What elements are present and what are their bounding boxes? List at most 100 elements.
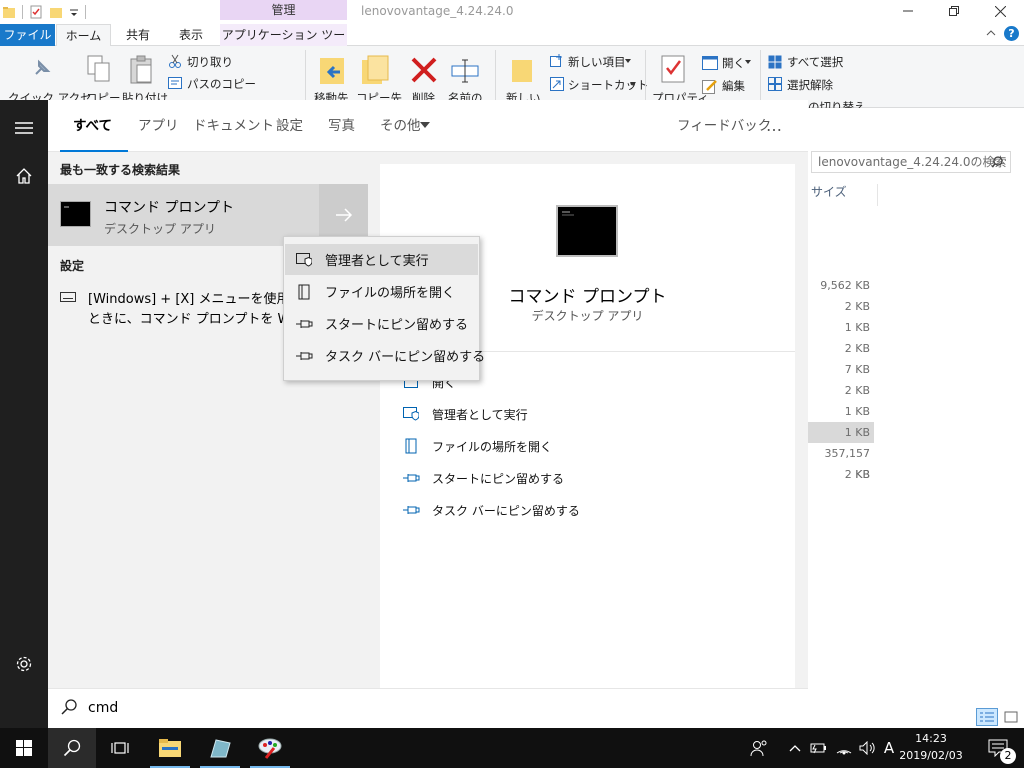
new-folder-icon[interactable] [49, 5, 63, 19]
file-size-cell[interactable]: 2 KB [808, 464, 874, 485]
file-size-cell[interactable]: 7 KB [808, 359, 874, 380]
people-icon[interactable] [744, 728, 774, 768]
pin-icon[interactable] [30, 58, 52, 80]
select-all-label[interactable]: すべて選択 [787, 54, 843, 70]
copy-to-icon[interactable] [360, 54, 390, 86]
close-button[interactable] [977, 0, 1023, 22]
chevron-down-icon[interactable] [420, 122, 430, 128]
properties-icon[interactable] [660, 54, 686, 84]
search-icon[interactable] [991, 156, 1003, 168]
settings-result[interactable]: [Windows] + [X] メニューを使用 ときに、コマンド プロンプトを … [88, 290, 283, 330]
file-size-cell[interactable]: 2 KB [808, 338, 874, 359]
minimize-button[interactable] [885, 0, 931, 22]
size-column-header[interactable]: サイズ [808, 184, 878, 206]
action-open-file-location[interactable]: ファイルの場所を開く [402, 436, 552, 456]
scissors-icon[interactable] [168, 54, 182, 68]
restore-button[interactable] [931, 0, 977, 22]
file-size-cell[interactable]: 1 KB [808, 422, 874, 443]
rename-icon[interactable] [450, 58, 480, 84]
cut-label[interactable]: 切り取り [187, 54, 233, 70]
wifi-icon[interactable] [832, 728, 856, 768]
gear-icon[interactable] [12, 652, 36, 676]
search-query-input[interactable]: cmd [88, 698, 118, 718]
file-size-cell[interactable]: 2 KB [808, 296, 874, 317]
paste-icon[interactable] [128, 54, 156, 86]
app-taskbar-icon[interactable] [196, 728, 244, 768]
select-all-icon[interactable] [768, 55, 782, 69]
volume-icon[interactable] [856, 728, 880, 768]
file-location-icon [295, 283, 313, 301]
menu-item-open-file-location[interactable]: ファイルの場所を開く [285, 276, 478, 307]
select-none-label[interactable]: 選択解除 [787, 77, 833, 93]
explorer-title-bar: 管理 lenovovantage_4.24.24.0 [0, 0, 1024, 24]
ime-indicator[interactable]: A [878, 728, 900, 768]
filter-tab-documents[interactable]: ドキュメント [193, 100, 274, 152]
menu-item-pin-to-start[interactable]: スタートにピン留めする [285, 308, 478, 339]
tab-view[interactable]: 表示 [165, 24, 217, 46]
file-size-cell[interactable]: 1 KB [808, 401, 874, 422]
clock-date: 2019/02/03 [899, 749, 963, 762]
help-icon[interactable]: ? [1004, 26, 1019, 41]
action-pin-to-start[interactable]: スタートにピン留めする [402, 468, 564, 488]
copy-path-label[interactable]: パスのコピー [187, 76, 256, 92]
battery-icon[interactable] [806, 728, 830, 768]
delete-icon[interactable] [410, 56, 438, 84]
shortcut-icon[interactable] [550, 77, 564, 91]
file-explorer-taskbar-icon[interactable] [146, 728, 194, 768]
properties-icon[interactable] [29, 5, 43, 19]
feedback-button[interactable]: フィードバック [677, 100, 771, 152]
chevron-down-icon[interactable] [745, 60, 751, 64]
move-to-icon[interactable] [318, 54, 348, 86]
taskbar-clock[interactable]: 14:23 2019/02/03 [898, 730, 964, 764]
file-size-cell[interactable]: 1 KB [808, 317, 874, 338]
menu-item-run-as-admin[interactable]: 管理者として実行 [285, 244, 478, 275]
open-icon[interactable] [702, 56, 718, 70]
open-label[interactable]: 開く [722, 55, 745, 71]
menu-item-pin-to-taskbar[interactable]: タスク バーにピン留めする [285, 340, 485, 371]
paint-taskbar-icon[interactable] [246, 728, 294, 768]
tab-home[interactable]: ホーム [56, 24, 111, 47]
explorer-search-input[interactable]: lenovovantage_4.24.24.0の検索 [811, 151, 1011, 173]
menu-item-pin-to-taskbar-label: タスク バーにピン留めする [325, 350, 486, 365]
file-size-cell[interactable]: 2 KB [808, 380, 874, 401]
task-view-icon[interactable] [96, 728, 144, 768]
copy-path-icon[interactable] [168, 77, 182, 89]
edit-icon[interactable] [702, 78, 718, 94]
windows-start-icon[interactable] [0, 728, 48, 768]
copy-icon[interactable] [86, 54, 112, 84]
tab-file[interactable]: ファイル [0, 24, 55, 46]
more-options-button[interactable]: … [766, 100, 782, 152]
search-icon[interactable] [48, 728, 96, 768]
tab-share[interactable]: 共有 [112, 24, 164, 46]
new-item-label[interactable]: 新しい項目 [568, 54, 626, 70]
filter-tab-photos[interactable]: 写真 [328, 100, 355, 152]
details-view-icon[interactable] [976, 708, 998, 726]
chevron-down-icon[interactable] [69, 5, 79, 19]
new-folder-icon[interactable] [510, 56, 534, 84]
action-run-as-admin[interactable]: 管理者として実行 [402, 404, 528, 424]
filter-tab-all[interactable]: すべて [73, 100, 112, 152]
chevron-up-icon[interactable] [784, 728, 806, 768]
hamburger-menu-icon[interactable] [12, 116, 36, 140]
file-size-cell[interactable]: 9,562 KB [808, 275, 874, 296]
home-icon[interactable] [12, 164, 36, 188]
file-size-cell[interactable]: 357,157 KB [808, 443, 874, 481]
shortcut-label[interactable]: ショートカット [568, 77, 649, 93]
chevron-down-icon[interactable] [630, 82, 636, 86]
edit-label[interactable]: 編集 [722, 78, 745, 94]
filter-tab-settings[interactable]: 設定 [276, 100, 303, 152]
filter-tab-more[interactable]: その他 [380, 100, 421, 152]
tab-app-tools[interactable]: アプリケーション ツール [220, 24, 347, 64]
settings-result-line-1: [Windows] + [X] メニューを使用 [88, 292, 283, 307]
new-item-icon[interactable] [550, 54, 564, 68]
chevron-up-icon[interactable] [986, 28, 996, 38]
chevron-down-icon[interactable] [625, 59, 631, 63]
best-match-result[interactable]: コマンド プロンプト デスクトップ アプリ [48, 184, 319, 246]
ribbon-divider [645, 50, 646, 106]
large-icons-view-icon[interactable] [1002, 708, 1020, 726]
filter-tab-apps[interactable]: アプリ [138, 100, 179, 152]
search-query-bar[interactable] [48, 688, 808, 728]
select-none-icon[interactable] [768, 77, 782, 91]
action-pin-to-taskbar[interactable]: タスク バーにピン留めする [402, 500, 580, 520]
notification-center-icon[interactable]: 2 [978, 728, 1018, 768]
